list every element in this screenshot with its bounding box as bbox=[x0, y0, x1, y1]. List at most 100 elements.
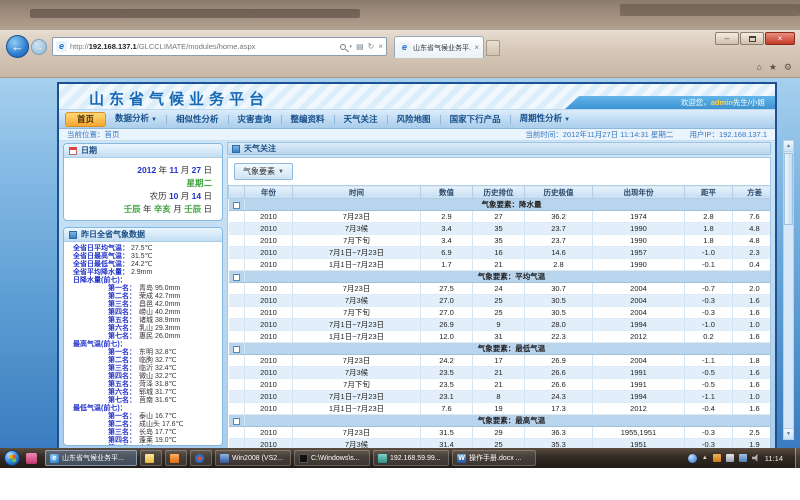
taskbar-window-8[interactable]: W操作手册.docx ... bbox=[452, 450, 536, 466]
taskbar-window-7[interactable]: 192.168.59.99... bbox=[373, 450, 449, 466]
table-row[interactable]: 20107月1日~7月23日6.91614.61957-1.02.3 bbox=[229, 247, 772, 259]
table-cell: 31.5 bbox=[421, 427, 473, 439]
date-panel-header: 日期 bbox=[64, 144, 222, 158]
table-cell: 27.5 bbox=[421, 283, 473, 295]
nav-item-6[interactable]: 天气关注 bbox=[335, 112, 387, 127]
taskbar-clock[interactable]: 11:14 bbox=[765, 454, 783, 463]
table-row[interactable]: 20101月1日~7月23日1.7212.81990-0.10.4 bbox=[229, 259, 772, 271]
group-checkbox[interactable] bbox=[233, 418, 240, 425]
table-row[interactable]: 20107月下旬3.43523.719901.84.8 bbox=[229, 235, 772, 247]
table-row[interactable]: 20107月23日31.52936.31955,1951-0.32.5 bbox=[229, 427, 772, 439]
date-line-2: 星期二 bbox=[64, 177, 212, 190]
scroll-down-icon[interactable]: ▼ bbox=[784, 428, 793, 439]
table-cell: 26.9 bbox=[525, 355, 593, 367]
browser-tab[interactable]: e 山东省气候业务平... × bbox=[394, 36, 484, 58]
row-check-cell bbox=[229, 283, 245, 295]
table-cell: 2010 bbox=[245, 319, 293, 331]
start-button[interactable] bbox=[4, 450, 20, 466]
table-cell: 24 bbox=[473, 283, 525, 295]
show-hidden-icons[interactable]: ▲ bbox=[702, 455, 708, 461]
table-row[interactable]: 20101月1日~7月23日12.03122.320120.21.6 bbox=[229, 331, 772, 343]
stop-icon[interactable]: × bbox=[378, 42, 383, 51]
table-cell: 2010 bbox=[245, 391, 293, 403]
pinned-app-icon[interactable] bbox=[26, 453, 37, 464]
row-check-cell bbox=[229, 307, 245, 319]
table-row[interactable]: 20101月1日~7月23日7.61917.32012-0.41.6 bbox=[229, 403, 772, 415]
panel-icon bbox=[232, 145, 240, 153]
table-row[interactable]: 20107月3候31.42535.31951-0.31.9 bbox=[229, 439, 772, 449]
compatibility-icon[interactable]: ▤ bbox=[356, 42, 364, 51]
search-dropdown-icon[interactable]: ▾ bbox=[350, 44, 353, 50]
table-cell: 1.8 bbox=[733, 355, 772, 367]
nav-item-9[interactable]: 周期性分析▼ bbox=[511, 111, 579, 128]
ranking-row: 第二名：荣成 42.7mm bbox=[64, 293, 222, 301]
group-checkbox[interactable] bbox=[233, 346, 240, 353]
table-cell: 0.4 bbox=[733, 259, 772, 271]
forward-button[interactable]: → bbox=[31, 39, 47, 55]
taskbar-window-5[interactable]: Win2008 (VS2... bbox=[215, 450, 291, 466]
taskbar-window-6[interactable]: C:\Windows\s... bbox=[294, 450, 370, 466]
taskbar-window-3[interactable] bbox=[165, 450, 187, 466]
screen: – × ← → e http://192.168.137.1/GLCCLIMAT… bbox=[0, 0, 800, 500]
date-line-1: 2012 年 11 月 27 日 bbox=[64, 164, 212, 177]
element-selector-button[interactable]: 气象要素 ▼ bbox=[234, 163, 293, 180]
table-cell: -0.3 bbox=[685, 295, 733, 307]
table-cell: 2.8 bbox=[525, 259, 593, 271]
taskbar-window-2[interactable] bbox=[140, 450, 162, 466]
volume-icon[interactable] bbox=[752, 454, 760, 462]
scroll-up-icon[interactable]: ▲ bbox=[784, 141, 793, 152]
table-row[interactable]: 20107月1日~7月23日23.1824.31994-1.11.0 bbox=[229, 391, 772, 403]
search-icon[interactable] bbox=[340, 44, 346, 50]
table-cell: 2.3 bbox=[733, 247, 772, 259]
address-bar[interactable]: e http://192.168.137.1/GLCCLIMATE/module… bbox=[52, 37, 387, 56]
action-center-flag-icon[interactable] bbox=[726, 454, 734, 462]
table-row[interactable]: 20107月1日~7月23日26.9928.01994-1.01.0 bbox=[229, 319, 772, 331]
maximize-button[interactable] bbox=[740, 32, 764, 45]
tray-app-icon[interactable] bbox=[713, 454, 721, 462]
nav-item-8[interactable]: 国家下行产品 bbox=[441, 112, 510, 127]
row-check-cell bbox=[229, 235, 245, 247]
content-area: 日期 2012 年 11 月 27 日星期二农历 10 月 14 日壬辰 年 辛… bbox=[59, 141, 775, 448]
table-cell: 1月1日~7月23日 bbox=[293, 259, 421, 271]
new-tab-button[interactable] bbox=[486, 40, 500, 56]
show-desktop-button[interactable] bbox=[795, 448, 800, 468]
table-row[interactable]: 20107月3候27.02530.52004-0.31.6 bbox=[229, 295, 772, 307]
group-checkbox[interactable] bbox=[233, 202, 240, 209]
scrollbar-thumb[interactable] bbox=[784, 153, 793, 225]
page-scrollbar[interactable]: ▲ ▼ bbox=[783, 140, 794, 440]
nav-item-1[interactable]: 首页 bbox=[65, 112, 106, 127]
table-cell: 1月1日~7月23日 bbox=[293, 403, 421, 415]
row-check-cell bbox=[229, 247, 245, 259]
nav-item-2[interactable]: 数据分析▼ bbox=[106, 111, 166, 128]
network-icon[interactable] bbox=[739, 454, 747, 462]
url-text[interactable]: http://192.168.137.1/GLCCLIMATE/modules/… bbox=[70, 42, 337, 51]
table-cell: 7.6 bbox=[733, 211, 772, 223]
table-row[interactable]: 20107月23日2.92736.219742.87.6 bbox=[229, 211, 772, 223]
table-row[interactable]: 20107月3候3.43523.719901.84.8 bbox=[229, 223, 772, 235]
home-icon[interactable]: ⌂ bbox=[756, 62, 761, 73]
table-row[interactable]: 20107月23日27.52430.72004-0.72.0 bbox=[229, 283, 772, 295]
nav-item-4[interactable]: 灾害查询 bbox=[229, 112, 281, 127]
group-checkbox[interactable] bbox=[233, 274, 240, 281]
tab-close-icon[interactable]: × bbox=[474, 43, 479, 52]
table-cell: 7月23日 bbox=[293, 355, 421, 367]
ranking-section-title: 日降水量(前七)： bbox=[64, 277, 222, 285]
nav-item-7[interactable]: 风险地图 bbox=[388, 112, 440, 127]
taskbar-window-1[interactable]: e山东省气候业务平... bbox=[45, 450, 137, 466]
table-row[interactable]: 20107月下旬23.52126.61991-0.51.6 bbox=[229, 379, 772, 391]
nav-item-3[interactable]: 相似性分析 bbox=[167, 112, 228, 127]
back-button[interactable]: ← bbox=[6, 35, 29, 58]
settings-gear-icon[interactable]: ⚙ bbox=[784, 62, 792, 73]
table-row[interactable]: 20107月23日24.21726.92004-1.11.8 bbox=[229, 355, 772, 367]
table-row[interactable]: 20107月下旬27.02530.52004-0.31.6 bbox=[229, 307, 772, 319]
favorites-star-icon[interactable]: ★ bbox=[769, 62, 777, 73]
table-cell: 2.9 bbox=[421, 211, 473, 223]
table-row[interactable]: 20107月3候23.52126.61991-0.51.6 bbox=[229, 367, 772, 379]
nav-item-5[interactable]: 整编资料 bbox=[282, 112, 334, 127]
taskbar-window-4[interactable] bbox=[190, 450, 212, 466]
refresh-icon[interactable]: ↻ bbox=[368, 42, 375, 51]
table-cell: 19 bbox=[473, 403, 525, 415]
ime-icon[interactable] bbox=[688, 454, 697, 463]
table-cell: 1991 bbox=[593, 379, 685, 391]
close-button[interactable]: × bbox=[765, 32, 795, 45]
